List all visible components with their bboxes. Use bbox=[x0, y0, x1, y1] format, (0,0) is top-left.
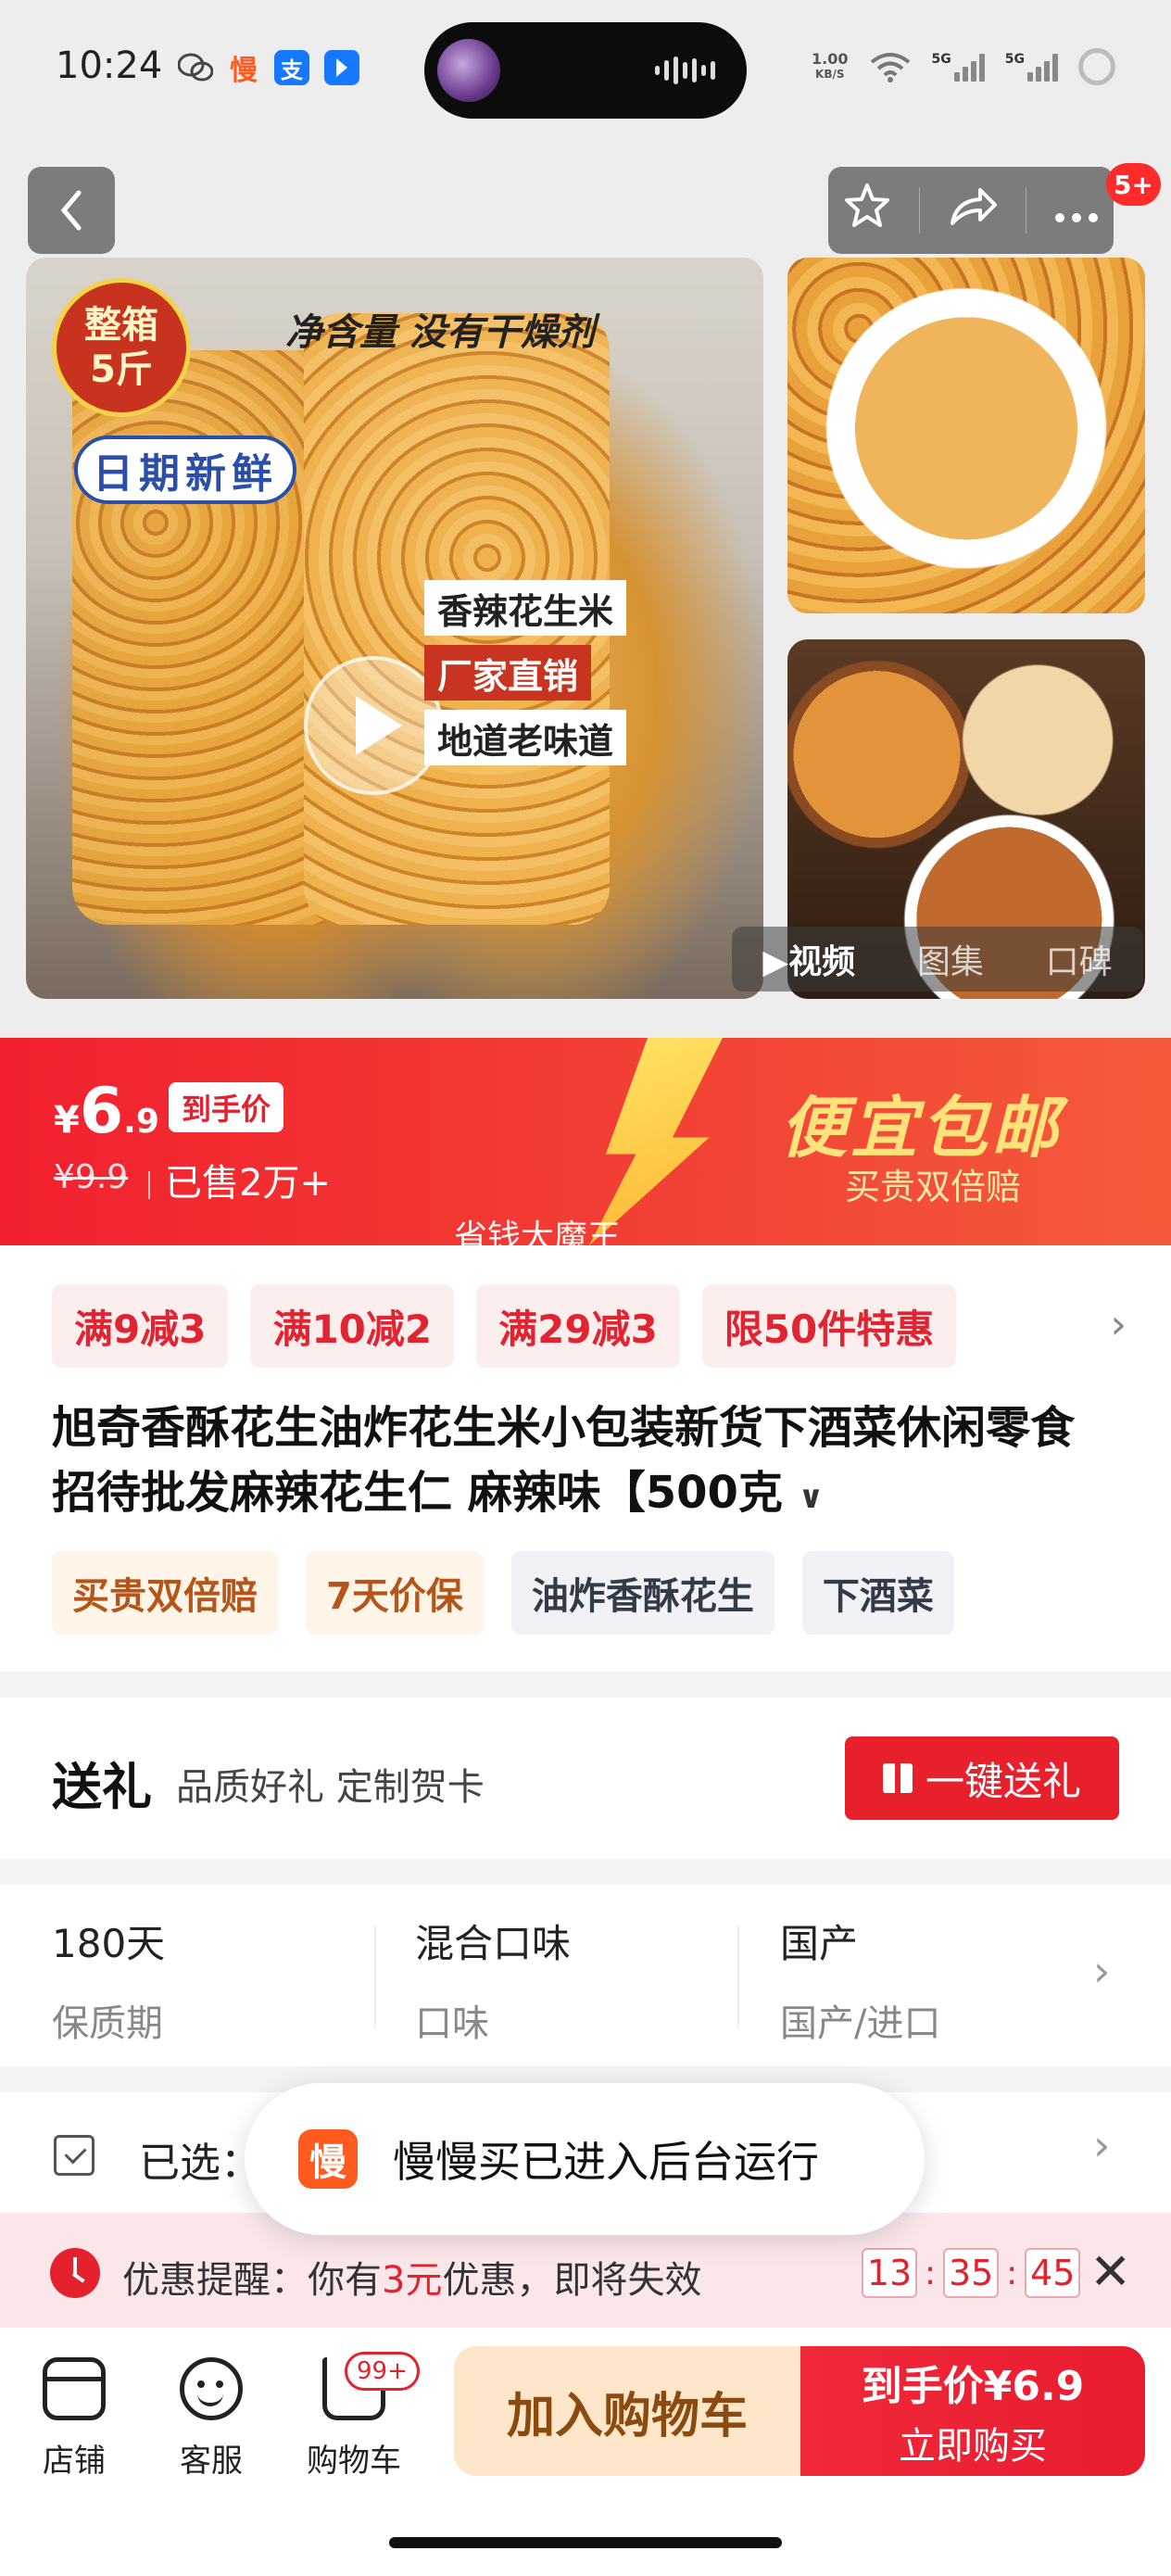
store-icon bbox=[43, 2357, 106, 2420]
sold-count: 已售2万+ bbox=[148, 1153, 331, 1206]
wechat-icon bbox=[178, 50, 213, 85]
feature-chip[interactable]: 油炸香酥花生 bbox=[510, 1551, 774, 1635]
tab-gallery[interactable]: 图集 bbox=[917, 935, 984, 983]
chevron-right-icon[interactable]: › bbox=[1093, 2120, 1110, 2170]
feature-chips: 买贵双倍赔 7天价保 油炸香酥花生 下酒菜 bbox=[52, 1551, 954, 1635]
main-product-image[interactable]: 整箱 5斤 净含量 没有干燥剂 日期新鲜 香辣花生米 厂家直销 地道老味道 bbox=[26, 258, 763, 999]
feature-chip[interactable]: 买贵双倍赔 bbox=[52, 1551, 278, 1635]
star-icon bbox=[844, 183, 889, 227]
thumbnail-image[interactable] bbox=[787, 258, 1145, 613]
coupon-chip[interactable]: 满10减2 bbox=[250, 1284, 455, 1368]
tab-store[interactable]: 店铺 bbox=[19, 2357, 130, 2481]
background-running-toast: 慢 慢慢买已进入后台运行 bbox=[245, 2083, 925, 2235]
feature-chip[interactable]: 下酒菜 bbox=[801, 1551, 954, 1635]
battery-icon bbox=[1078, 48, 1115, 85]
box-stamp: 整箱 5斤 bbox=[52, 278, 191, 417]
spec-origin: 国产 国产/进口 bbox=[780, 1921, 941, 2045]
manmanmai-logo-icon: 慢 bbox=[298, 2129, 358, 2189]
audio-wave-icon bbox=[655, 56, 715, 85]
media-tabs: ▶视频 图集 口碑 bbox=[732, 927, 1143, 991]
net-weight-text: 净含量 没有干燥剂 bbox=[285, 311, 595, 354]
gift-subtitle: 品质好礼 定制贺卡 bbox=[176, 1766, 485, 1809]
home-indicator[interactable] bbox=[389, 2537, 782, 2548]
image-tagline: 香辣花生米 bbox=[424, 580, 627, 636]
gift-section: 送礼 品质好礼 定制贺卡 一键送礼 bbox=[0, 1698, 1171, 1859]
share-icon bbox=[950, 187, 997, 225]
chevron-down-icon[interactable]: ∨ bbox=[799, 1479, 825, 1516]
tab-video[interactable]: ▶视频 bbox=[762, 935, 855, 983]
price-banner: ¥6.9 到手价 ¥9.9 已售2万+ 便宜包邮 买贵双倍赔 省钱大魔王 bbox=[0, 1038, 1171, 1245]
message-badge: 5+ bbox=[1106, 163, 1161, 206]
cart-count-badge: 99+ bbox=[345, 2352, 420, 2391]
gift-title: 送礼 bbox=[52, 1758, 152, 1816]
product-info-card: 满9减3 满10减2 满29减3 限50件特惠 › 旭奇香酥花生油炸花生米小包装… bbox=[0, 1245, 1171, 1672]
coupon-chip[interactable]: 满29减3 bbox=[476, 1284, 680, 1368]
share-button[interactable] bbox=[947, 183, 999, 239]
back-button[interactable] bbox=[28, 167, 115, 254]
wifi-icon bbox=[870, 53, 910, 82]
tab-customer-service[interactable]: 客服 bbox=[156, 2357, 267, 2481]
feature-chip[interactable]: 7天价保 bbox=[306, 1551, 484, 1635]
signal-icon: 5G bbox=[932, 52, 985, 82]
more-button[interactable] bbox=[1053, 187, 1100, 234]
watermark-text: 省钱大魔王 bbox=[454, 1219, 622, 1245]
gift-icon bbox=[882, 1763, 913, 1793]
reminder-text: 优惠提醒：你有3元优惠，即将失效 bbox=[122, 2259, 702, 2302]
music-album-avatar bbox=[437, 39, 500, 102]
coupon-list: 满9减3 满10减2 满29减3 限50件特惠 bbox=[52, 1284, 957, 1368]
dynamic-island bbox=[424, 22, 747, 119]
selected-label: 已选： bbox=[139, 2140, 261, 2187]
status-time: 10:24 bbox=[56, 44, 163, 87]
signal-icon: 5G bbox=[1005, 52, 1058, 82]
spec-row[interactable]: 180天 保质期 混合口味 口味 国产 国产/进口 › bbox=[0, 1885, 1171, 2066]
alipay-icon: 支 bbox=[274, 50, 309, 85]
send-gift-button[interactable]: 一键送礼 bbox=[845, 1736, 1119, 1820]
fresh-date-label: 日期新鲜 bbox=[74, 436, 296, 504]
chevron-right-icon[interactable]: › bbox=[1093, 1946, 1110, 1996]
toast-message: 慢慢买已进入后台运行 bbox=[393, 2137, 819, 2187]
final-price-tag: 到手价 bbox=[169, 1082, 284, 1132]
promo-subline: 买贵双倍赔 bbox=[845, 1167, 1022, 1207]
customer-service-icon bbox=[180, 2357, 243, 2420]
timer-hours: 13 bbox=[862, 2248, 917, 2298]
product-gallery: 5+ 整箱 5斤 净含量 没有干燥剂 日期新鲜 香辣花生米 厂家直销 地道老味道… bbox=[0, 139, 1171, 1038]
network-speed: 1.00 KB/S bbox=[812, 50, 849, 82]
bottom-action-bar: 店铺 客服 购物车 99+ 加入购物车 到手价¥6.9 立即购买 bbox=[0, 2328, 1171, 2576]
tab-reviews[interactable]: 口碑 bbox=[1046, 935, 1113, 983]
product-title[interactable]: 旭奇香酥花生油炸花生米小包装新货下酒菜休闲零食招待批发麻辣花生仁 麻辣味【500… bbox=[52, 1395, 1117, 1530]
status-bar: 10:24 慢 支 1.00 KB/S 5G 5G bbox=[0, 0, 1171, 139]
status-indicators: 1.00 KB/S 5G 5G bbox=[812, 48, 1115, 85]
app-arrow-icon bbox=[324, 50, 359, 85]
timer-seconds: 45 bbox=[1025, 2248, 1081, 2298]
more-dots-icon bbox=[1055, 212, 1099, 222]
top-action-group bbox=[828, 167, 1114, 254]
chevron-right-icon[interactable]: › bbox=[1110, 1301, 1127, 1348]
add-to-cart-button[interactable]: 加入购物车 bbox=[454, 2346, 800, 2476]
promo-headline: 便宜包邮 bbox=[780, 1089, 1063, 1167]
close-icon[interactable]: ✕ bbox=[1089, 2242, 1131, 2301]
buy-now-button[interactable]: 到手价¥6.9 立即购买 bbox=[800, 2346, 1145, 2476]
original-price: ¥9.9 bbox=[54, 1158, 129, 1196]
image-tagline: 厂家直销 bbox=[424, 645, 592, 701]
favorite-button[interactable] bbox=[842, 181, 892, 241]
manmanmai-icon: 慢 bbox=[226, 50, 261, 87]
checkbox-icon bbox=[54, 2135, 94, 2176]
timer-minutes: 35 bbox=[943, 2248, 1000, 2298]
clock-icon bbox=[50, 2248, 100, 2298]
chevron-left-icon bbox=[60, 190, 82, 231]
current-price: ¥6.9 bbox=[54, 1075, 159, 1148]
play-video-button[interactable] bbox=[304, 656, 443, 795]
spec-flavor: 混合口味 口味 bbox=[415, 1921, 572, 2045]
coupon-chip[interactable]: 满9减3 bbox=[52, 1284, 229, 1368]
countdown-timer: 13 : 35 : 45 bbox=[862, 2248, 1081, 2298]
image-tagline: 地道老味道 bbox=[424, 710, 627, 765]
spec-shelf-life: 180天 保质期 bbox=[52, 1921, 166, 2045]
coupon-chip[interactable]: 限50件特惠 bbox=[701, 1284, 957, 1368]
